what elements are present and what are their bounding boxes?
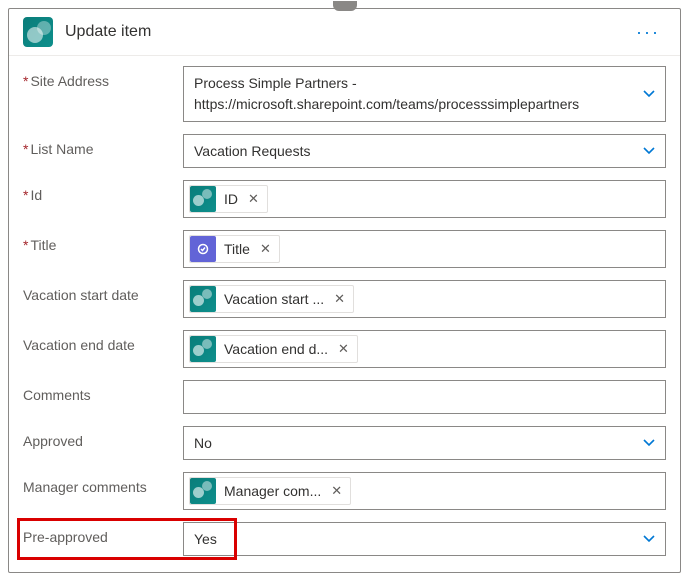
row-id: *Id ID ✕ [23,180,666,218]
token-remove-icon[interactable]: ✕ [329,483,344,499]
card-menu-button[interactable]: ··· [630,18,666,47]
token-remove-icon[interactable]: ✕ [332,291,347,307]
row-comments: Comments [23,380,666,414]
row-approved: Approved No [23,426,666,460]
row-manager-comments: Manager comments Manager com... ✕ [23,472,666,510]
label-site-address: *Site Address [23,66,183,89]
row-title: *Title Title ✕ [23,230,666,268]
row-list-name: *List Name Vacation Requests [23,134,666,168]
chevron-down-icon [641,86,657,102]
sharepoint-icon [190,478,216,504]
row-vacation-start: Vacation start date Vacation start ... ✕ [23,280,666,318]
field-comments[interactable] [183,380,666,414]
sharepoint-icon [190,336,216,362]
field-id[interactable]: ID ✕ [183,180,666,218]
field-pre-approved[interactable]: Yes [183,522,666,556]
approvals-icon [190,236,216,262]
label-vacation-start: Vacation start date [23,280,183,303]
label-list-name: *List Name [23,134,183,157]
token-title[interactable]: Title ✕ [189,235,280,263]
card-body: *Site Address Process Simple Partners - … [9,56,680,572]
label-manager-comments: Manager comments [23,472,183,495]
field-vacation-end[interactable]: Vacation end d... ✕ [183,330,666,368]
token-manager-comments[interactable]: Manager com... ✕ [189,477,351,505]
token-remove-icon[interactable]: ✕ [246,191,261,207]
row-pre-approved: Pre-approved Yes [23,522,666,556]
label-title: *Title [23,230,183,253]
collapse-handle[interactable] [333,1,357,11]
field-site-address[interactable]: Process Simple Partners - https://micros… [183,66,666,122]
field-approved[interactable]: No [183,426,666,460]
sharepoint-icon [190,286,216,312]
label-id: *Id [23,180,183,203]
sharepoint-icon [23,17,53,47]
sharepoint-icon [190,186,216,212]
token-vacation-end[interactable]: Vacation end d... ✕ [189,335,358,363]
label-pre-approved: Pre-approved [23,522,183,545]
label-comments: Comments [23,380,183,403]
token-remove-icon[interactable]: ✕ [258,241,273,257]
token-id[interactable]: ID ✕ [189,185,268,213]
field-vacation-start[interactable]: Vacation start ... ✕ [183,280,666,318]
token-vacation-start[interactable]: Vacation start ... ✕ [189,285,354,313]
field-list-name[interactable]: Vacation Requests [183,134,666,168]
row-vacation-end: Vacation end date Vacation end d... ✕ [23,330,666,368]
chevron-down-icon [641,435,657,451]
card-header: Update item ··· [9,9,680,56]
label-vacation-end: Vacation end date [23,330,183,353]
site-address-line1: Process Simple Partners - [194,73,635,94]
row-site-address: *Site Address Process Simple Partners - … [23,66,666,122]
chevron-down-icon [641,531,657,547]
card-title: Update item [65,23,151,41]
update-item-card: Update item ··· *Site Address Process Si… [8,8,681,573]
list-name-value: Vacation Requests [188,143,310,159]
pre-approved-value: Yes [188,531,217,547]
chevron-down-icon [641,143,657,159]
token-remove-icon[interactable]: ✕ [336,341,351,357]
field-title[interactable]: Title ✕ [183,230,666,268]
approved-value: No [188,435,212,451]
label-approved: Approved [23,426,183,449]
field-manager-comments[interactable]: Manager com... ✕ [183,472,666,510]
site-address-line2: https://microsoft.sharepoint.com/teams/p… [194,94,635,115]
